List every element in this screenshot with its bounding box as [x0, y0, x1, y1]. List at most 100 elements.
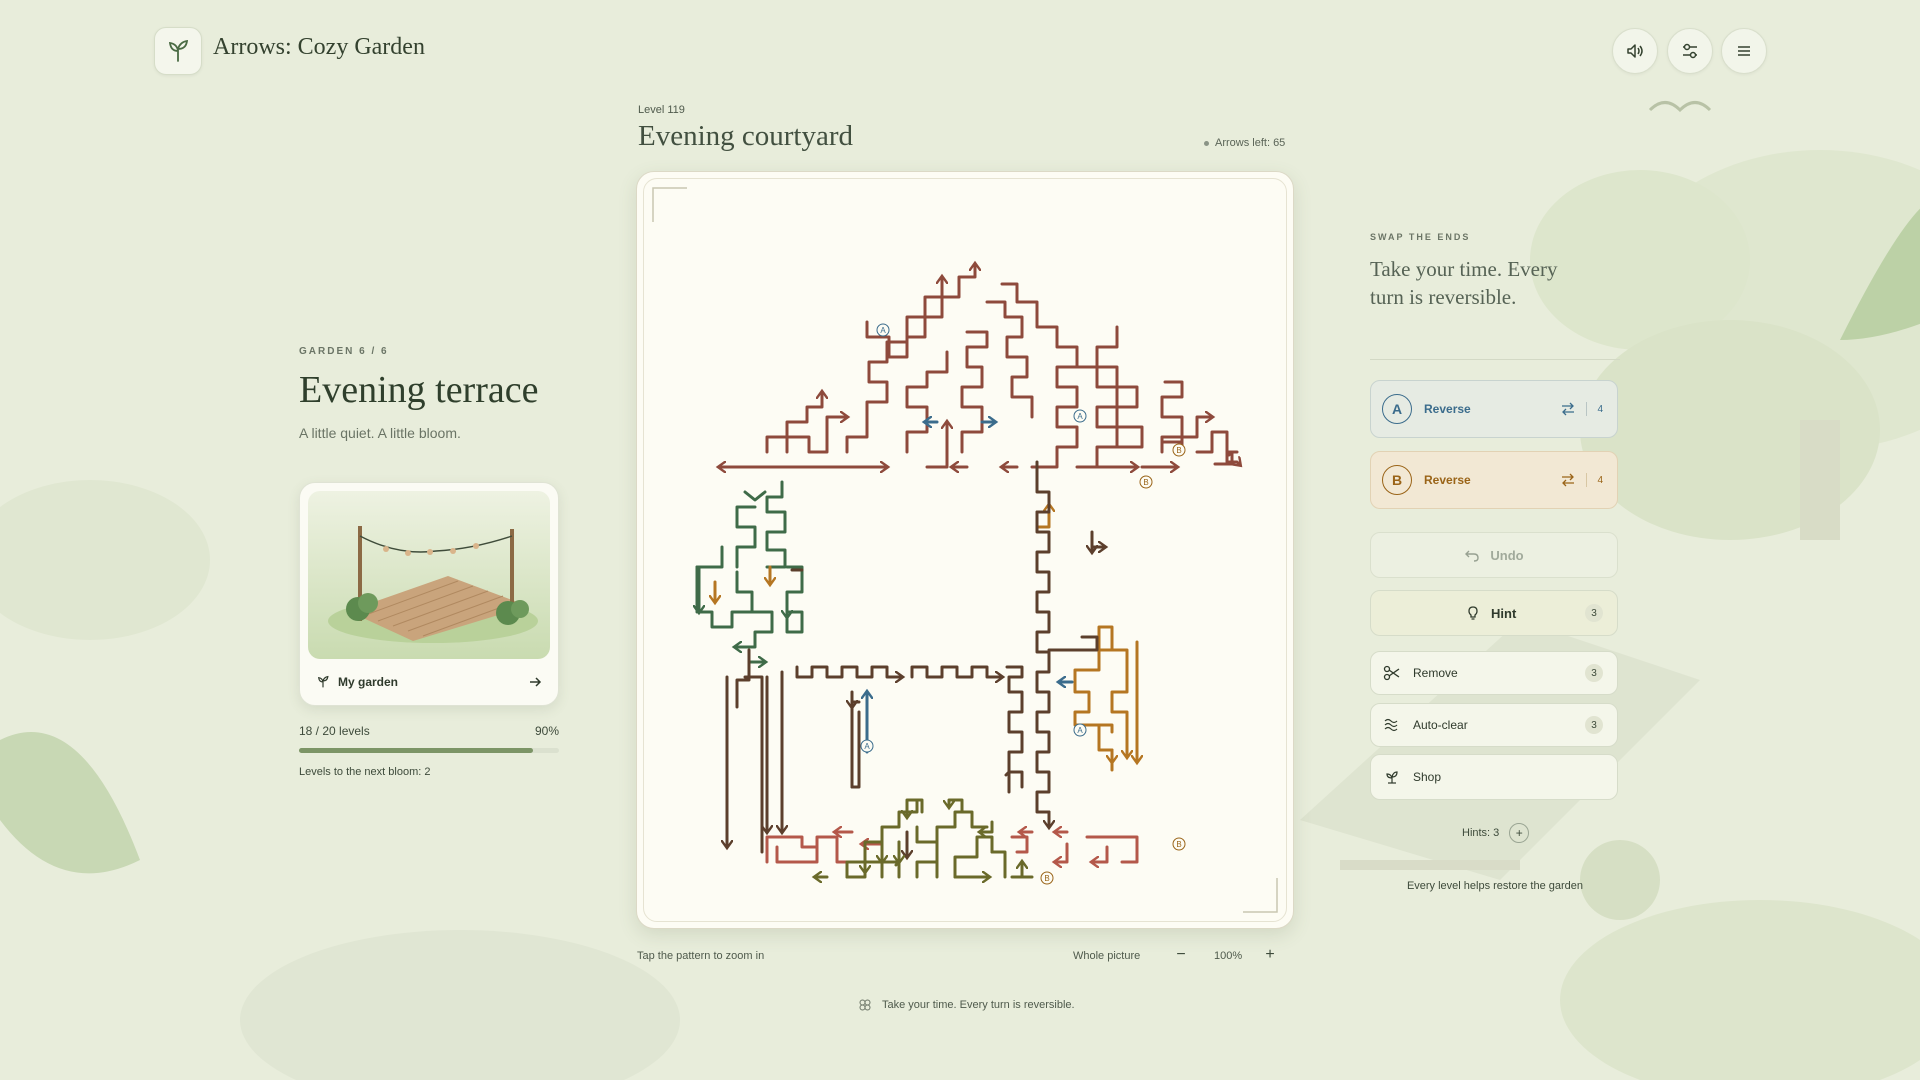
puzzle-arrow[interactable] [743, 675, 764, 854]
zoom-level: 100% [1214, 950, 1243, 962]
puzzle-arrow[interactable] [1085, 835, 1139, 864]
garden-subtitle: A little quiet. A little bloom. [299, 425, 461, 441]
puzzle-arrow[interactable] [915, 825, 939, 879]
puzzle-arrow[interactable] [985, 300, 1034, 419]
puzzle-arrow[interactable] [1090, 530, 1105, 547]
puzzle-arrow[interactable] [953, 835, 994, 879]
whole-picture-button[interactable]: Whole picture [1073, 950, 1140, 962]
endpoint-marker-letter: B [1176, 446, 1181, 455]
app-logo[interactable] [154, 27, 202, 75]
endpoint-marker-a[interactable]: A [1073, 409, 1087, 423]
hint-button[interactable]: Hint 3 [1370, 590, 1618, 636]
puzzle-arrow[interactable] [894, 860, 901, 879]
shop-label: Shop [1413, 770, 1442, 784]
puzzle-arrow[interactable] [1092, 845, 1109, 862]
endpoint-marker-b[interactable]: B [1040, 871, 1054, 885]
progress-percent: 90% [534, 724, 559, 738]
puzzle-arrow[interactable] [1035, 460, 1051, 814]
restore-text: Every level helps restore the garden [1406, 880, 1584, 892]
hint-label: Hint [1491, 605, 1517, 621]
panel-divider [1370, 359, 1620, 360]
puzzle-arrow[interactable] [735, 505, 757, 569]
swap-icon [1562, 473, 1575, 487]
puzzle-arrow[interactable] [880, 840, 901, 879]
settings-button[interactable] [1667, 28, 1713, 74]
puzzle-arrow[interactable] [1195, 430, 1239, 454]
puzzle-arrow[interactable] [949, 798, 964, 814]
level-title: Evening courtyard [638, 120, 854, 152]
puzzle-arrow[interactable] [960, 330, 989, 454]
puzzle-arrow[interactable] [1097, 723, 1114, 734]
status-dot [1204, 140, 1209, 146]
endpoint-marker-a[interactable]: A [1073, 723, 1087, 737]
undo-button[interactable]: Undo [1370, 532, 1618, 578]
sound-button[interactable] [1612, 28, 1658, 74]
puzzle-arrow[interactable] [695, 565, 754, 629]
puzzle-arrow[interactable] [765, 480, 787, 569]
endpoint-marker-a[interactable]: A [876, 323, 890, 337]
puzzle-arrow[interactable] [1035, 505, 1049, 529]
puzzle-arrow[interactable] [1010, 835, 1029, 854]
hints-text: Hints: 3 [1462, 827, 1500, 839]
roof-arrow-group[interactable] [719, 264, 1240, 467]
puzzle-arrow[interactable] [1004, 770, 1011, 794]
puzzle-arrow[interactable] [735, 610, 774, 647]
endpoint-marker-b[interactable]: B [1139, 475, 1153, 489]
puzzle-arrow[interactable] [1055, 842, 1069, 862]
puzzle-arrow[interactable] [765, 392, 822, 454]
progress-levels: 18 / 20 levels [299, 724, 370, 738]
progress-bar-fill [299, 748, 533, 753]
puzzle-arrow[interactable] [865, 264, 975, 359]
endpoint-marker-letter: A [1077, 412, 1083, 421]
puzzle-arrow[interactable] [695, 545, 724, 569]
puzzle-arrow[interactable] [1180, 417, 1212, 454]
endpoint-marker-a[interactable]: A [860, 739, 874, 753]
puzzle-arrow[interactable] [925, 422, 947, 469]
puzzle-board[interactable]: A A A A B B B B [636, 171, 1294, 929]
endpoint-marker-letter: B [1143, 478, 1148, 487]
puzzle-arrow[interactable] [743, 490, 767, 502]
reverse-b-label: Reverse [1424, 473, 1471, 487]
zoom-out-button[interactable]: − [1170, 944, 1192, 966]
auto-clear-button[interactable]: Auto-clear 3 [1370, 703, 1618, 747]
motto: Take your time. Every turn is reversible… [858, 998, 1075, 1012]
add-hints-button[interactable]: + [1509, 823, 1530, 843]
menu-button[interactable] [1721, 28, 1767, 74]
tree-arrow-group[interactable] [695, 480, 804, 662]
blue-arrow-group[interactable] [867, 422, 1074, 754]
reverse-a-letter: A [1382, 394, 1412, 424]
zoom-in-button[interactable]: + [1259, 944, 1281, 966]
puzzle-arrow[interactable] [910, 665, 1002, 677]
app-title: Arrows: Cozy Garden [213, 34, 425, 60]
endpoint-marker-b[interactable]: B [1172, 837, 1186, 851]
arrows-left-text: Arrows left: 65 [1215, 137, 1286, 149]
endpoint-marker-b[interactable]: B [1172, 443, 1186, 457]
remove-button[interactable]: Remove 3 [1370, 651, 1618, 695]
puzzle-canvas[interactable]: A A A A B B B B [637, 172, 1293, 928]
puzzle-arrow[interactable] [935, 810, 989, 879]
puzzle-arrow[interactable] [905, 350, 949, 454]
puzzle-arrow[interactable] [1073, 625, 1114, 772]
olive-arrow-group[interactable] [815, 798, 1034, 879]
arrow-right-icon[interactable] [528, 675, 542, 689]
lightbulb-icon [1468, 606, 1478, 620]
puzzle-arrow[interactable] [795, 665, 902, 677]
sprout-icon [318, 675, 329, 688]
reverse-a-button[interactable]: A Reverse 4 [1370, 380, 1618, 438]
puzzle-arrow[interactable] [1110, 648, 1127, 757]
puzzle-arrow[interactable] [1005, 665, 1024, 789]
my-garden-card[interactable]: My garden [299, 482, 559, 706]
puzzle-arrow[interactable] [765, 835, 819, 864]
puzzle-arrow[interactable] [1047, 635, 1099, 652]
puzzle-arrow[interactable] [907, 798, 924, 817]
shop-button[interactable]: Shop [1370, 754, 1618, 800]
puzzle-arrow[interactable] [785, 565, 804, 634]
arrows-left-counter: Arrows left: 65 [1204, 137, 1285, 149]
sliders-icon [1683, 43, 1697, 59]
reverse-b-count: 4 [1597, 474, 1603, 486]
puzzle-arrow[interactable] [815, 835, 851, 864]
rose-arrow-group[interactable] [765, 832, 1139, 864]
reverse-b-button[interactable]: B Reverse 4 [1370, 451, 1618, 509]
hints-counter: Hints: 3 + [1462, 823, 1530, 843]
puzzle-arrow[interactable] [990, 850, 1007, 879]
